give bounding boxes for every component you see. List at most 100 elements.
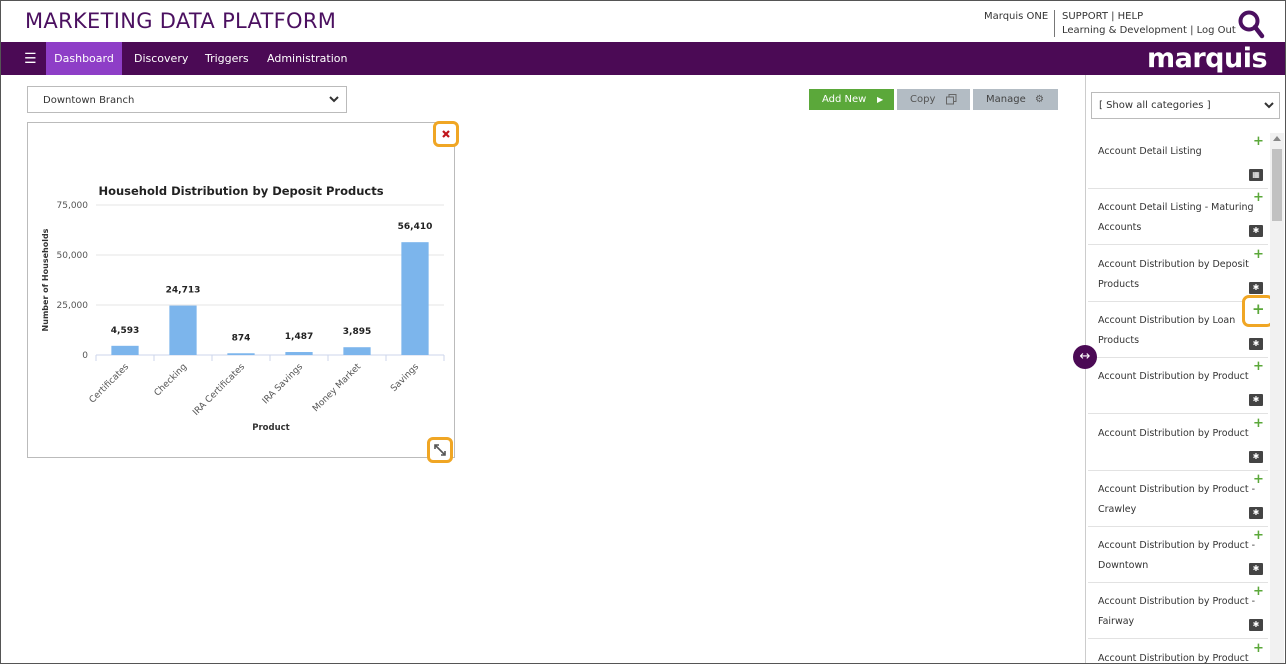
branch-select[interactable]: Downtown Branch bbox=[27, 86, 347, 113]
add-widget-plus-icon[interactable]: + bbox=[1253, 191, 1264, 205]
widget-list-item[interactable]: Account Distribution by Product+✱ bbox=[1088, 640, 1268, 664]
remove-widget-button[interactable] bbox=[433, 121, 459, 147]
widget-list-item[interactable]: Account Detail Listing - Maturing Accoun… bbox=[1088, 189, 1268, 246]
widget-list-item-label: Account Distribution by Product - Fairwa… bbox=[1098, 596, 1256, 628]
add-widget-plus-icon[interactable]: + bbox=[1253, 247, 1264, 262]
data-label: 56,410 bbox=[398, 222, 433, 232]
bar bbox=[401, 242, 429, 355]
x-tick-label: Certificates bbox=[88, 362, 132, 406]
tab-administration[interactable]: Administration bbox=[267, 42, 348, 75]
branch-select-value: Downtown Branch bbox=[43, 95, 135, 106]
add-widget-plus-icon[interactable]: + bbox=[1253, 641, 1264, 656]
widget-list-item-label: Account Detail Listing - Maturing Accoun… bbox=[1098, 202, 1254, 234]
chart-icon: ✱ bbox=[1249, 225, 1263, 238]
x-tick-label: Checking bbox=[153, 362, 189, 398]
widget-list-item-label: Account Distribution by Product bbox=[1098, 652, 1249, 664]
widget-list-item[interactable]: Account Distribution by Deposit Products… bbox=[1088, 246, 1268, 302]
add-widget-plus-icon[interactable]: + bbox=[1253, 472, 1264, 487]
bar-chart: Household Distribution by Deposit Produc… bbox=[41, 184, 445, 433]
panel-resize-handle[interactable]: ↔ bbox=[1073, 345, 1097, 369]
plus-icon: + bbox=[1252, 300, 1265, 318]
widget-list-item-label: Account Distribution by Loan Products bbox=[1098, 314, 1236, 346]
gear-icon: ⚙ bbox=[1035, 94, 1044, 105]
add-widget-plus-icon[interactable]: + bbox=[1253, 135, 1264, 149]
widget-list-item[interactable]: Account Distribution by Product + ✱ bbox=[1088, 358, 1268, 415]
add-widget-plus-icon[interactable]: + bbox=[1253, 416, 1264, 431]
header-divider bbox=[1054, 10, 1055, 37]
widget-list-item[interactable]: Account Detail Listing + ▦ bbox=[1088, 133, 1268, 189]
chevron-down-icon bbox=[329, 96, 339, 103]
chart-icon: ✱ bbox=[1249, 450, 1263, 463]
top-header: MARKETING DATA PLATFORM Marquis ONE SUPP… bbox=[1, 1, 1285, 42]
chevron-down-icon bbox=[1264, 102, 1274, 109]
widget-list-item-label: Account Distribution by Product - Downto… bbox=[1098, 540, 1256, 572]
data-label: 4,593 bbox=[111, 326, 139, 336]
scroll-thumb[interactable] bbox=[1272, 149, 1282, 221]
x-tick-label: IRA Savings bbox=[261, 362, 306, 407]
x-tick-label: IRA Certificates bbox=[191, 362, 247, 418]
close-icon bbox=[442, 130, 450, 138]
widget-list-item-label: Account Distribution by Product bbox=[1098, 427, 1249, 439]
widget-list-item-label: Account Distribution by Product - Crawle… bbox=[1098, 483, 1256, 515]
chart-icon: ✱ bbox=[1249, 281, 1263, 294]
manage-label: Manage bbox=[986, 94, 1026, 105]
app-frame: MARKETING DATA PLATFORM Marquis ONE SUPP… bbox=[0, 0, 1286, 664]
support-help-links[interactable]: SUPPORT | HELP bbox=[1062, 11, 1143, 22]
resize-widget-handle[interactable] bbox=[427, 437, 453, 463]
y-tick-label: 0 bbox=[82, 351, 88, 361]
resize-icon bbox=[434, 444, 446, 456]
y-tick-label: 50,000 bbox=[57, 251, 89, 261]
bar bbox=[111, 345, 139, 355]
widget-list-item-label: Account Distribution by Product bbox=[1098, 371, 1249, 383]
y-tick-label: 25,000 bbox=[57, 301, 89, 311]
marquis-one-link[interactable]: Marquis ONE bbox=[984, 11, 1048, 22]
x-tick-label: Money Market bbox=[311, 362, 363, 414]
x-tick-label: Savings bbox=[389, 362, 421, 394]
brand-logo: marquis bbox=[1147, 43, 1268, 74]
manage-button[interactable]: Manage ⚙ bbox=[973, 89, 1058, 110]
bar bbox=[285, 352, 313, 355]
add-new-label: Add New bbox=[822, 94, 867, 105]
copy-label: Copy bbox=[910, 94, 936, 105]
panel-scrollbar[interactable] bbox=[1270, 133, 1284, 663]
data-label: 1,487 bbox=[285, 332, 313, 342]
x-axis-label: Product bbox=[252, 423, 290, 433]
y-tick-label: 75,000 bbox=[57, 201, 89, 211]
add-widget-plus-icon[interactable]: + bbox=[1253, 585, 1264, 599]
caret-right-icon: ▶ bbox=[877, 95, 884, 104]
add-new-button[interactable]: Add New ▶ bbox=[809, 89, 894, 110]
tab-discovery[interactable]: Discovery bbox=[134, 42, 188, 75]
chart-title: Household Distribution by Deposit Produc… bbox=[98, 184, 383, 198]
chart-icon: ✱ bbox=[1249, 563, 1263, 576]
bar bbox=[227, 353, 255, 355]
search-logo-icon[interactable] bbox=[1237, 9, 1265, 39]
copy-button[interactable]: Copy bbox=[897, 89, 970, 110]
bar bbox=[343, 347, 371, 355]
y-axis-label: Number of Households bbox=[41, 228, 50, 331]
add-widget-plus-icon[interactable]: + bbox=[1253, 529, 1264, 543]
widget-list-item[interactable]: Account Distribution by Loan Products ✱ bbox=[1088, 302, 1268, 358]
chart-icon: ✱ bbox=[1249, 506, 1263, 519]
widget-list: Account Detail Listing + ▦ Account Detail L… bbox=[1088, 133, 1268, 664]
learning-logout-links[interactable]: Learning & Development | Log Out bbox=[1062, 25, 1236, 36]
widget-list-item-label: Account Distribution by Deposit Products bbox=[1098, 258, 1249, 290]
widget-list-item[interactable]: Account Distribution by Product - Fairwa… bbox=[1088, 583, 1268, 640]
add-widget-plus-icon[interactable]: + bbox=[1253, 360, 1264, 374]
data-label: 874 bbox=[232, 333, 251, 343]
widget-list-item-label: Account Detail Listing bbox=[1098, 146, 1202, 157]
tab-dashboard[interactable]: Dashboard bbox=[46, 42, 122, 75]
hamburger-icon[interactable]: ☰ bbox=[24, 51, 37, 67]
chart-icon: ✱ bbox=[1249, 337, 1263, 350]
widget-list-item[interactable]: Account Distribution by Product - Crawle… bbox=[1088, 471, 1268, 527]
app-title: MARKETING DATA PLATFORM bbox=[25, 9, 337, 33]
category-select-value: [ Show all categories ] bbox=[1099, 100, 1211, 111]
chart-icon: ✱ bbox=[1249, 619, 1263, 632]
tab-triggers[interactable]: Triggers bbox=[205, 42, 249, 75]
chart-icon: ✱ bbox=[1249, 394, 1263, 407]
table-icon: ▦ bbox=[1249, 169, 1263, 181]
category-select[interactable]: [ Show all categories ] bbox=[1091, 92, 1280, 119]
main-nav: ☰ Dashboard Discovery Triggers Administr… bbox=[1, 42, 1285, 75]
scroll-up-arrow[interactable] bbox=[1273, 136, 1281, 141]
widget-list-item[interactable]: Account Distribution by Product - Downto… bbox=[1088, 527, 1268, 584]
widget-list-item[interactable]: Account Distribution by Product + ✱ bbox=[1088, 415, 1268, 471]
